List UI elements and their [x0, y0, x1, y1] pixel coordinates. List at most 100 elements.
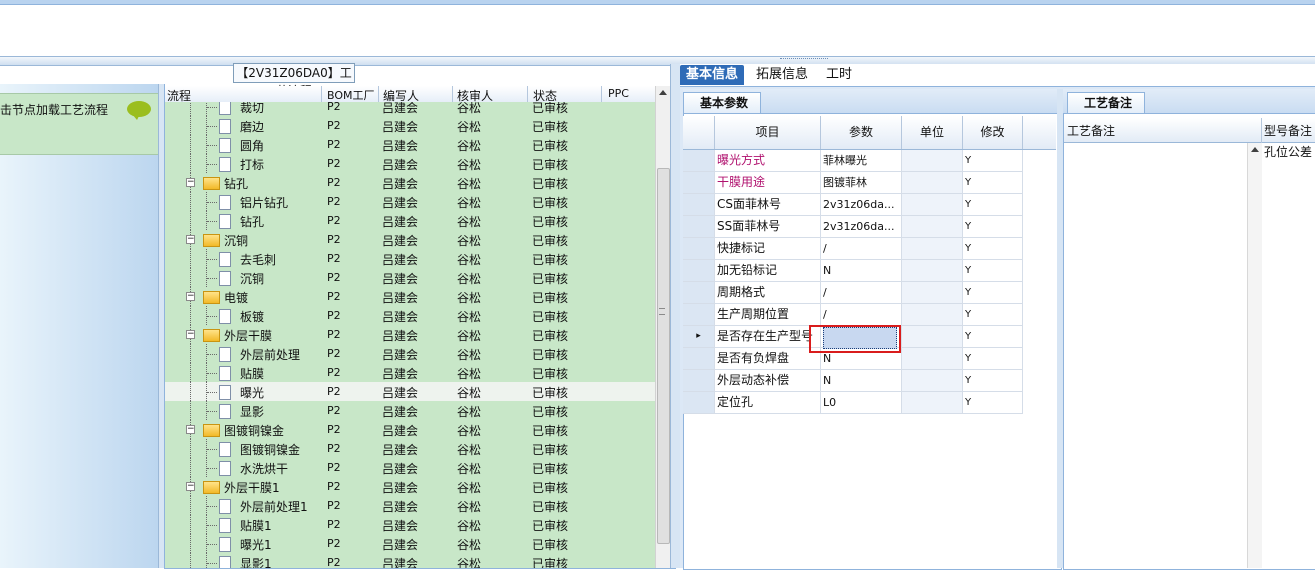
tree-row[interactable]: 显影 P2 吕建会 谷松 已审核 — [165, 401, 655, 420]
tree-row[interactable]: 板镀 P2 吕建会 谷松 已审核 — [165, 306, 655, 325]
grid-cell-modify[interactable]: Y — [963, 282, 1023, 304]
tree-row[interactable]: 铝片钻孔 P2 吕建会 谷松 已审核 — [165, 192, 655, 211]
tree-row[interactable]: − 外层干膜1 P2 吕建会 谷松 已审核 — [165, 477, 655, 496]
row-indicator[interactable] — [683, 348, 715, 370]
grid-row[interactable]: 曝光方式 菲林曝光 Y — [683, 150, 1056, 172]
grid-cell-modify[interactable]: Y — [963, 194, 1023, 216]
grid-cell-modify[interactable]: Y — [963, 216, 1023, 238]
grid-row[interactable]: CS面菲林号 2v31z06da... Y — [683, 194, 1056, 216]
tree-row[interactable]: 沉铜 P2 吕建会 谷松 已审核 — [165, 268, 655, 287]
tab-process-memo[interactable]: 工艺备注 — [1067, 92, 1146, 113]
speech-bubble-icon[interactable] — [127, 101, 151, 120]
collapse-icon[interactable]: − — [186, 425, 195, 434]
grid-cell-modify[interactable]: Y — [963, 304, 1023, 326]
grid-col-modify[interactable]: 修改 — [963, 116, 1023, 149]
row-indicator[interactable] — [683, 304, 715, 326]
tree-row[interactable]: 圆角 P2 吕建会 谷松 已审核 — [165, 135, 655, 154]
row-indicator[interactable] — [683, 216, 715, 238]
collapse-icon[interactable]: − — [186, 235, 195, 244]
tree-row[interactable]: 外层前处理1 P2 吕建会 谷松 已审核 — [165, 496, 655, 515]
row-indicator[interactable]: ▸ — [683, 326, 715, 348]
tree-row[interactable]: 水洗烘干 P2 吕建会 谷松 已审核 — [165, 458, 655, 477]
tree-row[interactable]: 外层前处理 P2 吕建会 谷松 已审核 — [165, 344, 655, 363]
grid-cell-param[interactable]: N — [821, 370, 902, 392]
grid-cell-unit[interactable] — [902, 348, 963, 370]
tree-row[interactable]: 打标 P2 吕建会 谷松 已审核 — [165, 154, 655, 173]
grid-row[interactable]: SS面菲林号 2v31z06da... Y — [683, 216, 1056, 238]
grid-cell-param[interactable]: 菲林曝光 — [821, 150, 902, 172]
row-indicator[interactable] — [683, 370, 715, 392]
tree-row[interactable]: 贴膜 P2 吕建会 谷松 已审核 — [165, 363, 655, 382]
grid-cell-modify[interactable]: Y — [963, 392, 1023, 414]
collapse-icon[interactable]: − — [186, 178, 195, 187]
col-header-bom[interactable]: BOM工厂 — [327, 87, 375, 103]
grid-cell-param[interactable]: N — [821, 260, 902, 282]
grid-cell-unit[interactable] — [902, 150, 963, 172]
grid-cell-item[interactable]: 干膜用途 — [715, 172, 821, 194]
grid-cell-param[interactable]: / — [821, 304, 902, 326]
memo-scrollbar[interactable] — [1247, 143, 1262, 568]
collapse-icon[interactable]: − — [186, 292, 195, 301]
grid-cell-param[interactable]: 图镀菲林 — [821, 172, 902, 194]
row-indicator[interactable] — [683, 150, 715, 172]
grid-cell-unit[interactable] — [902, 238, 963, 260]
grid-cell-unit[interactable] — [902, 282, 963, 304]
grid-cell-unit[interactable] — [902, 326, 963, 348]
grid-row[interactable]: 周期格式 / Y — [683, 282, 1056, 304]
memo-col-process[interactable]: 工艺备注 — [1067, 122, 1115, 139]
row-indicator[interactable] — [683, 194, 715, 216]
grid-cell-param[interactable]: 2v31z06da... — [821, 194, 902, 216]
grid-cell-item[interactable]: CS面菲林号 — [715, 194, 821, 216]
grid-cell-param[interactable]: 2v31z06da... — [821, 216, 902, 238]
grid-cell-modify[interactable]: Y — [963, 260, 1023, 282]
grid-cell-modify[interactable]: Y — [963, 370, 1023, 392]
grid-cell-item[interactable]: 外层动态补偿 — [715, 370, 821, 392]
tree-row[interactable]: 曝光 P2 吕建会 谷松 已审核 — [165, 382, 655, 401]
grid-cell-item[interactable]: 定位孔 — [715, 392, 821, 414]
row-indicator[interactable] — [683, 282, 715, 304]
grid-row[interactable]: 外层动态补偿 N Y — [683, 370, 1056, 392]
tree-row[interactable]: 裁切 P2 吕建会 谷松 已审核 — [165, 102, 655, 116]
grid-cell-modify[interactable]: Y — [963, 326, 1023, 348]
scroll-up-arrow-icon[interactable] — [1251, 147, 1259, 152]
memo-col-model[interactable]: 型号备注 — [1264, 122, 1312, 139]
scroll-up-arrow-icon[interactable] — [659, 90, 667, 95]
tree-row[interactable]: − 外层干膜 P2 吕建会 谷松 已审核 — [165, 325, 655, 344]
tree-row[interactable]: − 沉铜 P2 吕建会 谷松 已审核 — [165, 230, 655, 249]
tree-row[interactable]: − 图镀铜镍金 P2 吕建会 谷松 已审核 — [165, 420, 655, 439]
tab-basic-info[interactable]: 基本信息 — [680, 65, 745, 85]
grid-row[interactable]: 快捷标记 / Y — [683, 238, 1056, 260]
tab-extended-info[interactable]: 拓展信息 — [750, 65, 814, 85]
row-indicator[interactable] — [683, 238, 715, 260]
tree-row[interactable]: − 电镀 P2 吕建会 谷松 已审核 — [165, 287, 655, 306]
tree-row[interactable]: 显影1 P2 吕建会 谷松 已审核 — [165, 553, 655, 568]
grid-row[interactable]: 定位孔 L0 Y — [683, 392, 1056, 414]
grid-cell-item[interactable]: SS面菲林号 — [715, 216, 821, 238]
grid-row[interactable]: 生产周期位置 / Y — [683, 304, 1056, 326]
row-indicator[interactable] — [683, 172, 715, 194]
grid-cell-unit[interactable] — [902, 194, 963, 216]
row-indicator[interactable] — [683, 260, 715, 282]
grid-col-param[interactable]: 参数 — [821, 116, 902, 149]
tree-row[interactable]: 磨边 P2 吕建会 谷松 已审核 — [165, 116, 655, 135]
tree-row[interactable]: 曝光1 P2 吕建会 谷松 已审核 — [165, 534, 655, 553]
grid-cell-modify[interactable]: Y — [963, 238, 1023, 260]
grid-cell-item[interactable]: 生产周期位置 — [715, 304, 821, 326]
tree-row[interactable]: 钻孔 P2 吕建会 谷松 已审核 — [165, 211, 655, 230]
grid-col-unit[interactable]: 单位 — [902, 116, 963, 149]
grid-cell-modify[interactable]: Y — [963, 172, 1023, 194]
grid-cell-unit[interactable] — [902, 370, 963, 392]
splitter-grip-icon[interactable] — [780, 58, 828, 62]
grid-cell-item[interactable]: 是否存在生产型号 — [715, 326, 821, 348]
collapse-icon[interactable]: − — [186, 482, 195, 491]
grid-cell-unit[interactable] — [902, 216, 963, 238]
tab-work-hours[interactable]: 工时 — [820, 65, 858, 85]
grid-cell-unit[interactable] — [902, 260, 963, 282]
tree-row[interactable]: 贴膜1 P2 吕建会 谷松 已审核 — [165, 515, 655, 534]
tree-row[interactable]: 图镀铜镍金 P2 吕建会 谷松 已审核 — [165, 439, 655, 458]
grid-cell-item[interactable]: 快捷标记 — [715, 238, 821, 260]
scroll-thumb[interactable] — [657, 168, 670, 544]
tree-row[interactable]: 去毛刺 P2 吕建会 谷松 已审核 — [165, 249, 655, 268]
tree-scrollbar[interactable] — [655, 86, 670, 568]
grid-cell-param[interactable]: L0 — [821, 392, 902, 414]
